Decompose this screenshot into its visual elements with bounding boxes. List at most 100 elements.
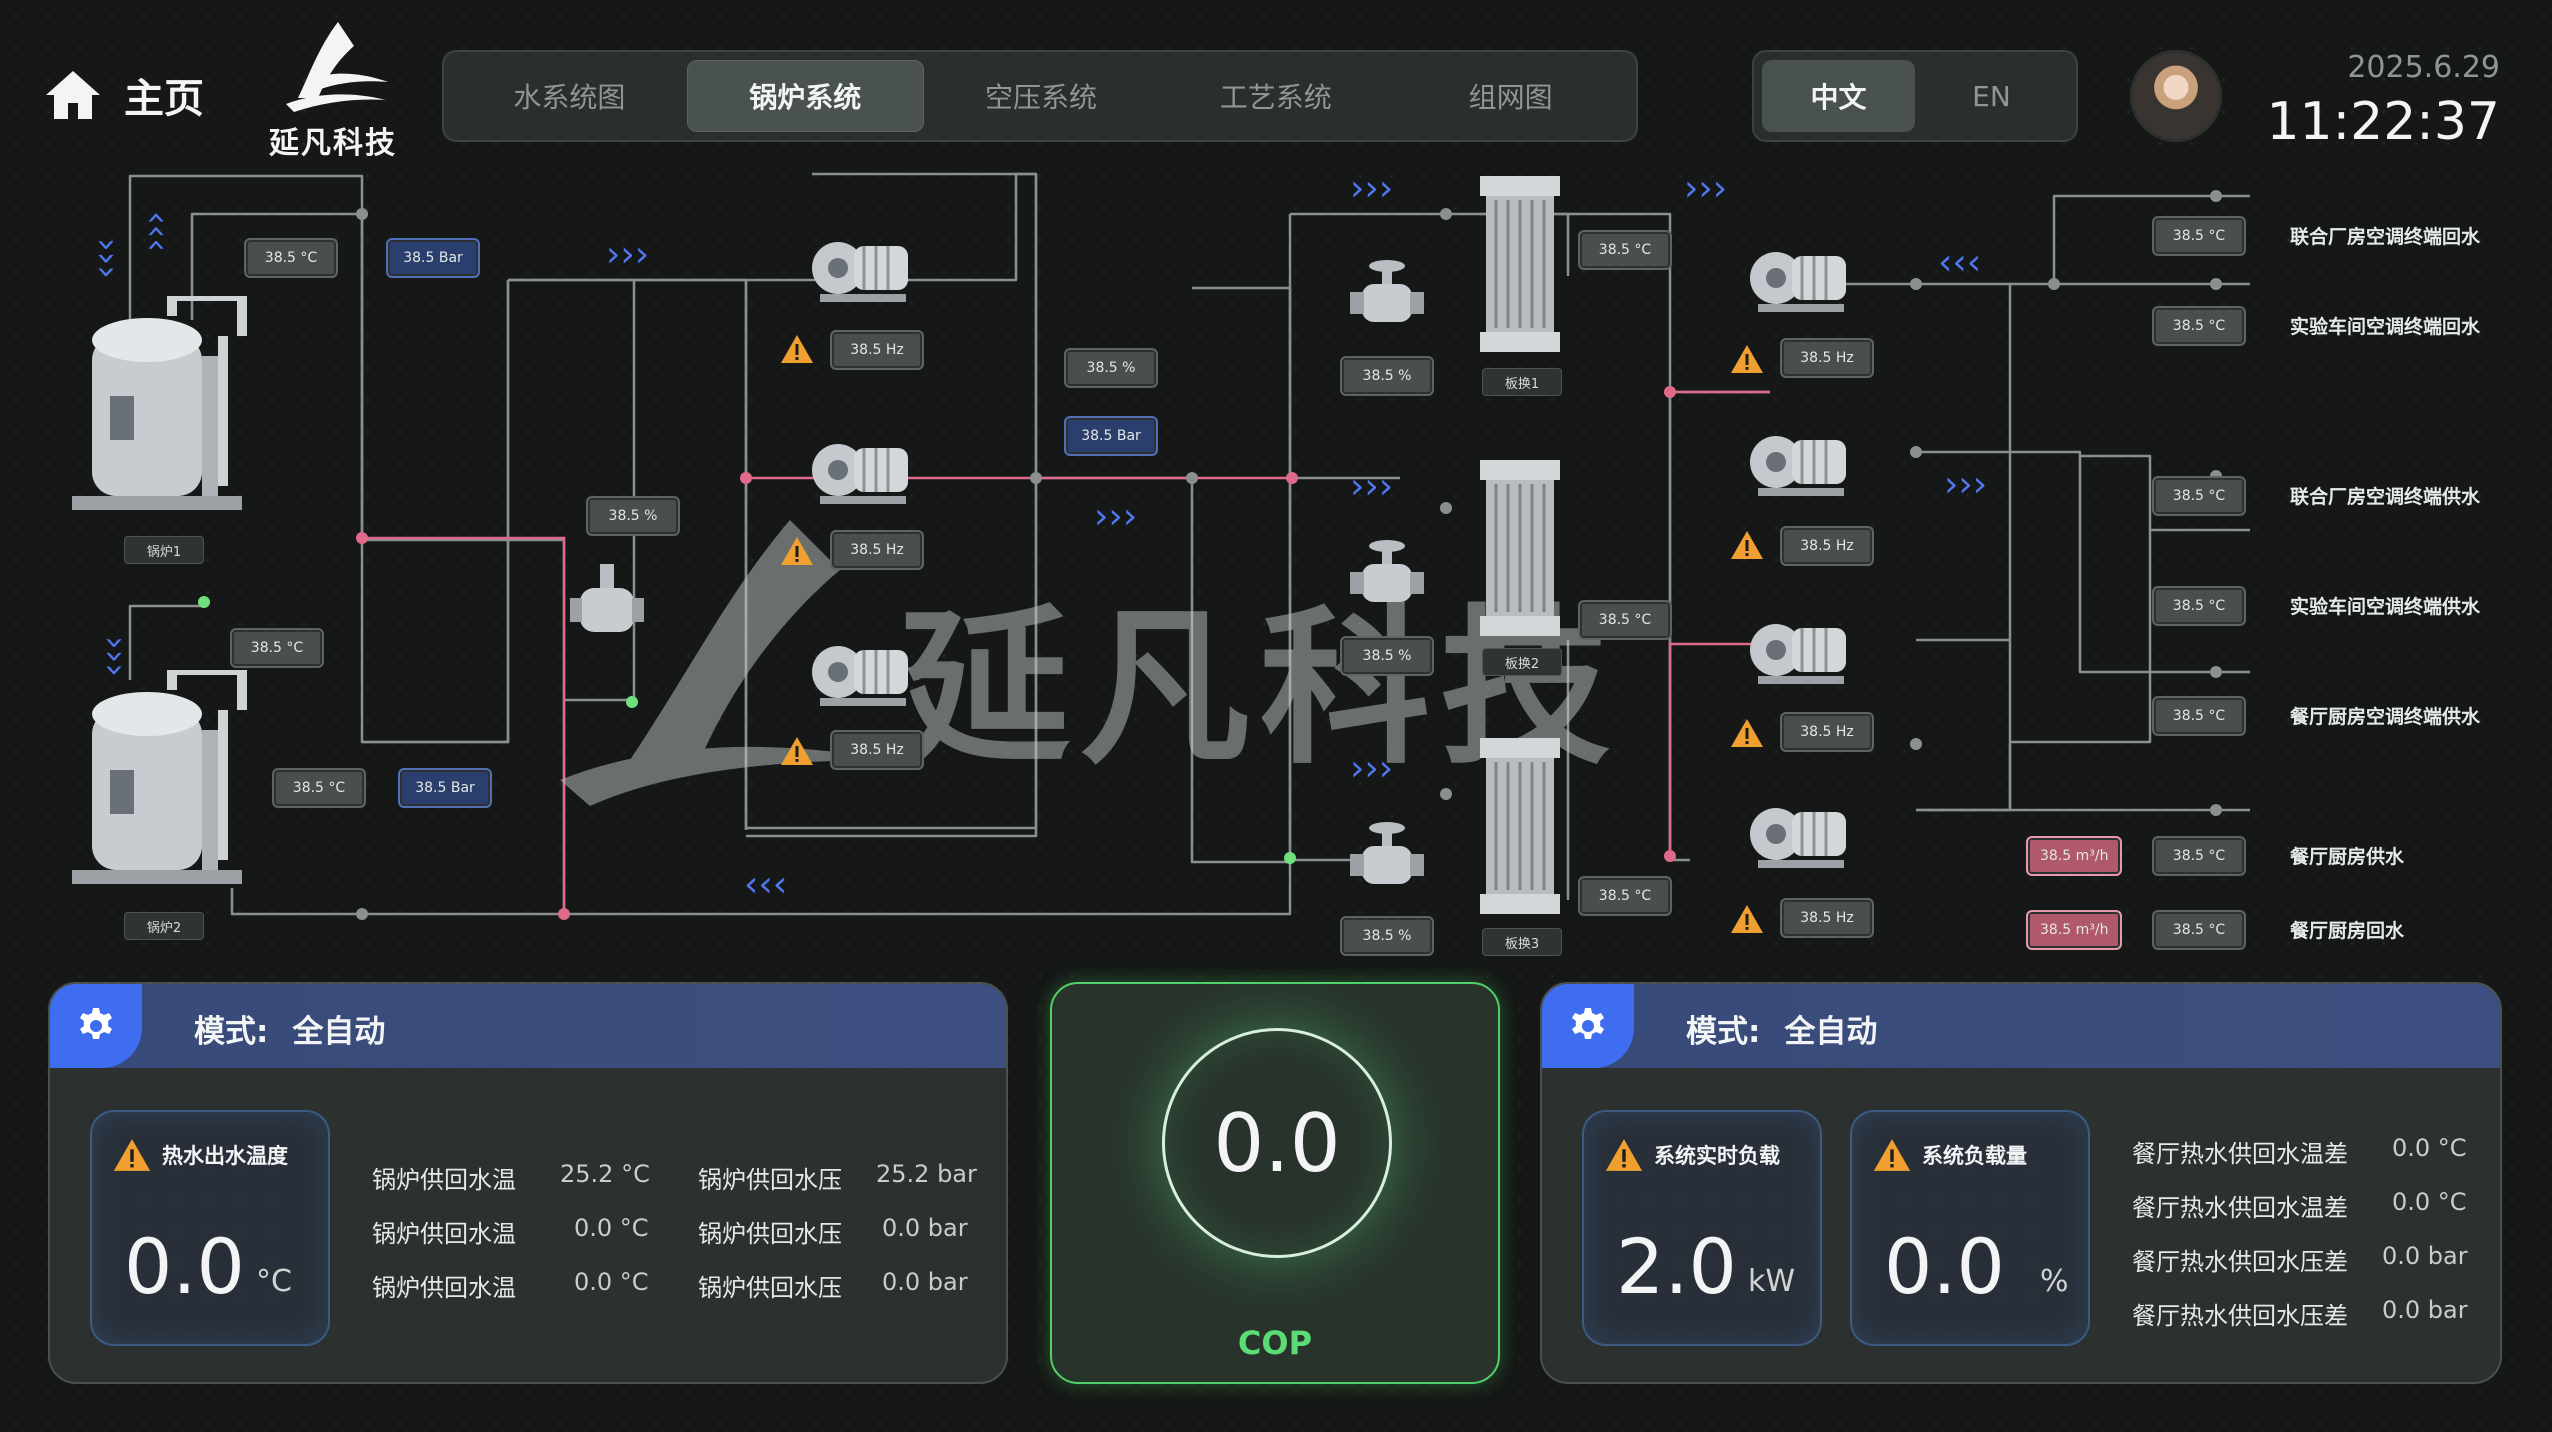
warning-icon[interactable] <box>780 334 814 364</box>
card-title-text: 热水出水温度 <box>162 1144 288 1168</box>
valve-1-icon[interactable] <box>1350 256 1424 332</box>
svg-text:›››: ››› <box>606 234 649 275</box>
boiler-1-icon[interactable] <box>62 296 262 524</box>
pump-3-icon[interactable] <box>810 626 920 710</box>
row-value: 0.0 °C <box>2392 1188 2467 1216</box>
row-label: 锅炉供回水温 <box>372 1166 516 1194</box>
row-value: 0.0 °C <box>2392 1134 2467 1162</box>
pump-r1-icon[interactable] <box>1748 232 1858 316</box>
svg-text:›››: ››› <box>1684 168 1727 209</box>
valve-3-icon[interactable] <box>1350 818 1424 894</box>
row-value: 0.0 °C <box>574 1268 649 1296</box>
pump-r2-icon[interactable] <box>1748 416 1858 500</box>
gear-icon <box>1572 1008 1604 1039</box>
mid-pressure: 38.5 Bar <box>1064 416 1158 456</box>
mode-indicator: 模式: 全自动 <box>194 1006 385 1051</box>
load-rate-card: 系统负载量 0.0 % <box>1850 1110 2090 1346</box>
output-label: 餐厅厨房供水 <box>2290 846 2405 868</box>
output-label: 餐厅厨房回水 <box>2290 920 2405 942</box>
hot-water-temp-card: 热水出水温度 0.0 °C <box>90 1110 330 1346</box>
svg-text:‹‹‹: ‹‹‹ <box>1938 242 1981 283</box>
boiler-2-icon[interactable] <box>62 670 262 898</box>
svg-text:›››: ››› <box>135 211 175 252</box>
valve-opening: 38.5 % <box>586 496 680 536</box>
output-label: 联合厂房空调终端回水 <box>2290 226 2481 248</box>
boiler-status-panel: 模式: 全自动 热水出水温度 0.0 °C 锅炉供回水温 25.2 °C 锅炉供回… <box>48 982 1008 1384</box>
output-temp: 38.5 °C <box>2152 696 2246 736</box>
card-title-text: 系统负载量 <box>1922 1144 2027 1168</box>
row-label: 餐厅热水供回水温差 <box>2132 1140 2348 1168</box>
pump-r4-frequency: 38.5 Hz <box>1780 898 1874 938</box>
gear-icon <box>80 1008 112 1039</box>
row-label: 锅炉供回水温 <box>372 1220 516 1248</box>
boiler-2-pressure: 38.5 Bar <box>398 768 492 808</box>
row-value: 0.0 bar <box>882 1268 968 1296</box>
row-value: 25.2 bar <box>876 1160 977 1188</box>
heat-exchanger-1-temp: 38.5 °C <box>1578 230 1672 270</box>
heat-exchanger-2-icon[interactable] <box>1470 460 1570 636</box>
warning-icon <box>113 1139 151 1171</box>
output-temp: 38.5 °C <box>2152 306 2246 346</box>
card-title-text: 系统实时负载 <box>1654 1144 1780 1168</box>
output-temp: 38.5 °C <box>2152 586 2246 626</box>
card-title: 系统负载量 <box>1872 1138 2027 1172</box>
output-flow: 38.5 m³/h <box>2026 836 2123 876</box>
pump-r3-icon[interactable] <box>1748 604 1858 688</box>
settings-button[interactable] <box>1542 984 1634 1068</box>
output-temp: 38.5 °C <box>2152 836 2246 876</box>
card-unit: kW <box>1748 1264 1796 1299</box>
pump-r1-frequency: 38.5 Hz <box>1780 338 1874 378</box>
heat-exchanger-3-label: 板换3 <box>1482 928 1562 956</box>
row-value: 0.0 bar <box>2382 1296 2468 1324</box>
row-value: 25.2 °C <box>560 1160 650 1188</box>
pump-2-frequency: 38.5 Hz <box>830 530 924 570</box>
valve-2-icon[interactable] <box>1350 536 1424 612</box>
panel-header: 模式: 全自动 <box>1542 984 2500 1068</box>
output-flow: 38.5 m³/h <box>2026 910 2123 950</box>
row-value: 0.0 bar <box>882 1214 968 1242</box>
mode-label: 模式: <box>1686 1014 1761 1050</box>
row-label: 锅炉供回水压 <box>698 1220 842 1248</box>
warning-icon[interactable] <box>1730 718 1764 748</box>
svg-text:‹‹‹: ‹‹‹ <box>744 864 787 905</box>
warning-icon[interactable] <box>1730 344 1764 374</box>
heat-exchanger-2-label: 板换2 <box>1482 648 1562 676</box>
card-unit: % <box>2040 1264 2069 1299</box>
heat-exchanger-2-temp: 38.5 °C <box>1578 600 1672 640</box>
mode-label: 模式: <box>194 1014 269 1050</box>
heat-exchanger-3-temp: 38.5 °C <box>1578 876 1672 916</box>
card-title: 热水出水温度 <box>112 1138 288 1172</box>
warning-icon <box>1873 1139 1911 1171</box>
cop-gauge: 0.0 <box>1162 1028 1392 1258</box>
pump-1-icon[interactable] <box>810 222 920 306</box>
mid-opening: 38.5 % <box>1064 348 1158 388</box>
row-label: 锅炉供回水温 <box>372 1274 516 1302</box>
pump-r4-icon[interactable] <box>1748 788 1858 872</box>
warning-icon[interactable] <box>780 536 814 566</box>
heat-exchanger-3-icon[interactable] <box>1470 738 1570 914</box>
card-value: 0.0 <box>124 1222 245 1311</box>
card-value: 0.0 <box>1884 1222 2005 1311</box>
boiler-2-label: 锅炉2 <box>124 912 204 940</box>
row-value: 0.0 bar <box>2382 1242 2468 1270</box>
warning-icon[interactable] <box>780 736 814 766</box>
warning-icon[interactable] <box>1730 530 1764 560</box>
mode-value: 全自动 <box>292 1014 386 1050</box>
pump-1-frequency: 38.5 Hz <box>830 330 924 370</box>
row-value: 0.0 °C <box>574 1214 649 1242</box>
svg-text:›››: ››› <box>1350 168 1393 209</box>
row-label: 餐厅热水供回水压差 <box>2132 1302 2348 1330</box>
row-label: 锅炉供回水压 <box>698 1166 842 1194</box>
pump-3-frequency: 38.5 Hz <box>830 730 924 770</box>
settings-button[interactable] <box>50 984 142 1068</box>
card-unit: °C <box>256 1264 292 1299</box>
pump-r2-frequency: 38.5 Hz <box>1780 526 1874 566</box>
svg-text:›››: ››› <box>87 238 127 279</box>
heat-exchanger-1-label: 板换1 <box>1482 368 1562 396</box>
warning-icon[interactable] <box>1730 904 1764 934</box>
pump-2-icon[interactable] <box>810 424 920 508</box>
boiler-1-temp: 38.5 °C <box>244 238 338 278</box>
heat-exchanger-1-icon[interactable] <box>1470 176 1570 352</box>
mode-value: 全自动 <box>1784 1014 1878 1050</box>
valve-icon[interactable] <box>570 560 644 650</box>
